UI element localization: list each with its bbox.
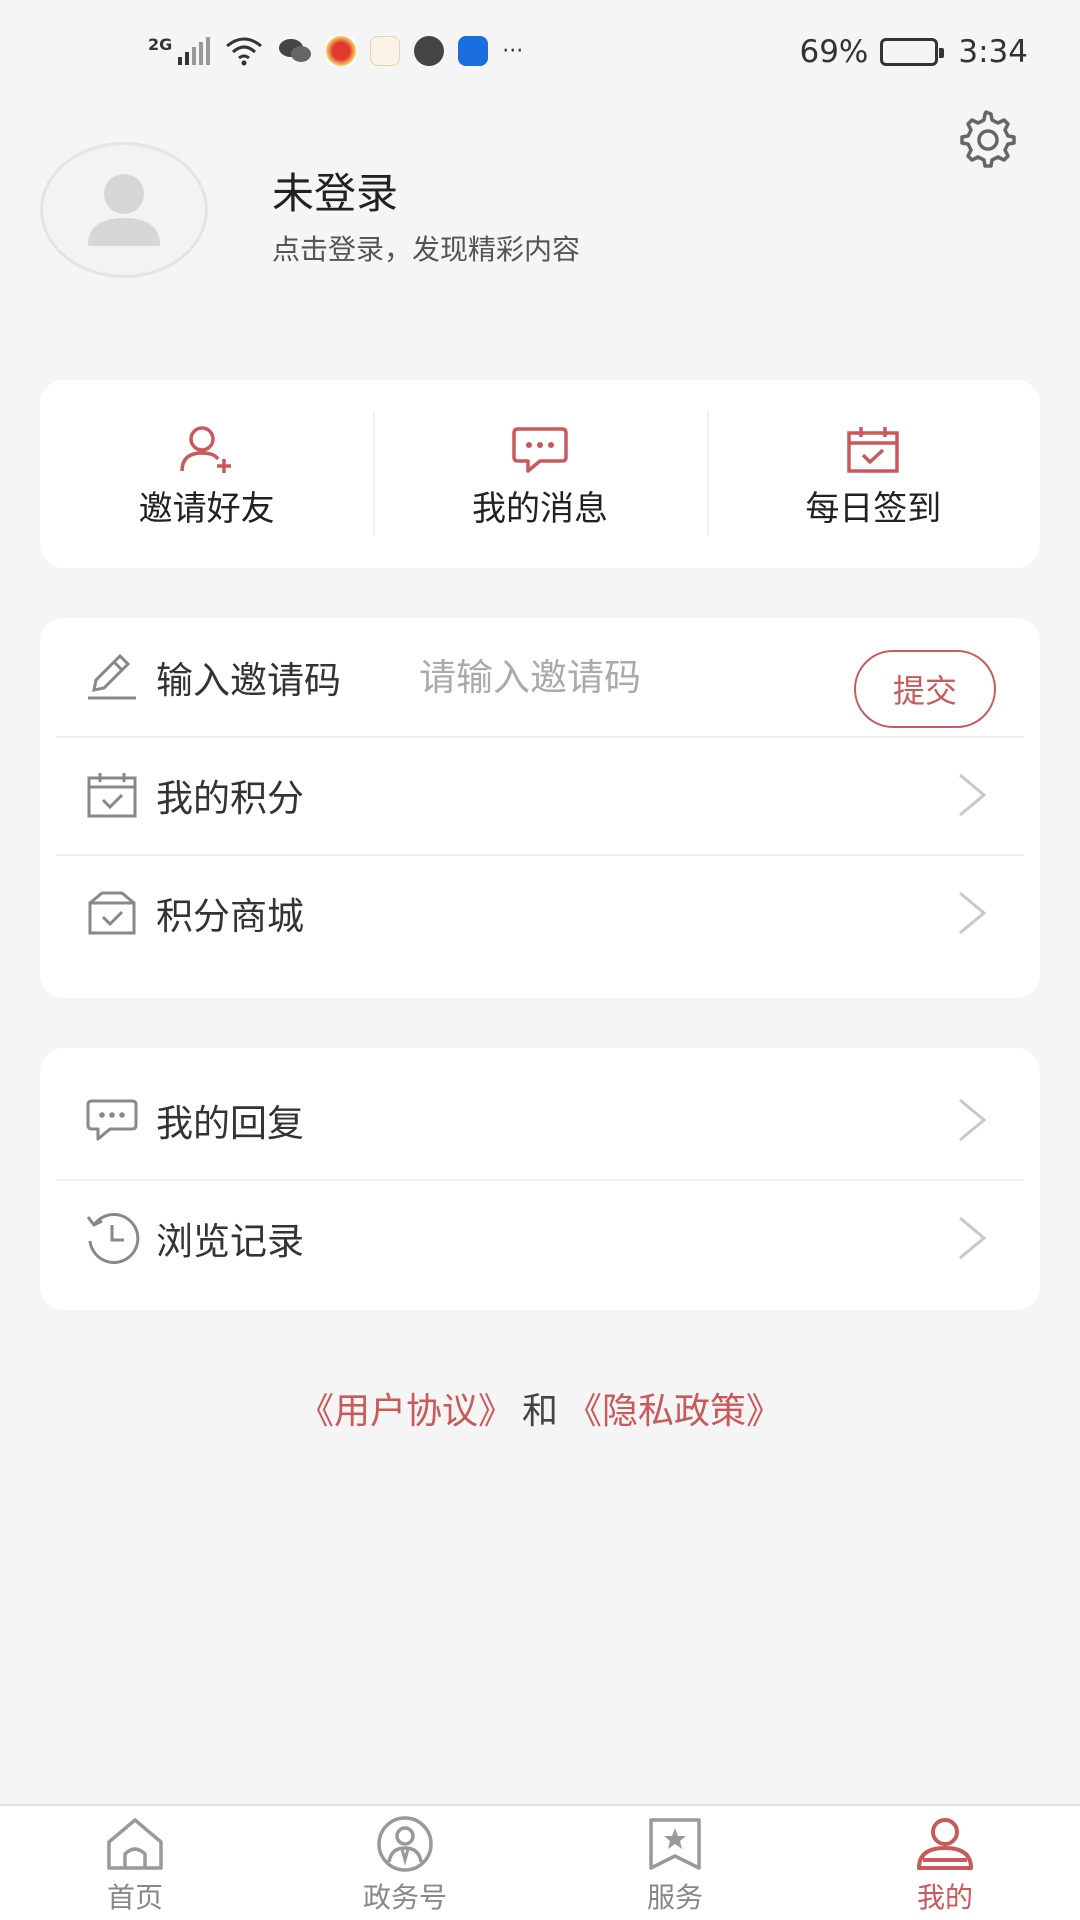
profile-icon xyxy=(917,1818,973,1870)
battery-icon xyxy=(880,38,945,66)
menu-item-label: 我的积分 xyxy=(156,777,304,820)
nav-tab-gov-accounts[interactable]: 政务号 xyxy=(270,1806,540,1920)
browser-icon xyxy=(414,36,445,66)
quick-invite-friends[interactable]: 邀请好友 xyxy=(40,380,373,568)
status-left-icons: 2G ··· xyxy=(148,34,524,66)
agreement-links: 《用户协议》和《隐私政策》 xyxy=(0,1382,1080,1434)
app-notification-icon xyxy=(326,36,357,66)
clock: 3:34 xyxy=(958,34,1028,70)
pencil-icon xyxy=(84,649,140,705)
quick-action-label: 每日签到 xyxy=(805,488,942,529)
status-right: 69% 3:34 xyxy=(799,34,1028,70)
submit-button[interactable]: 提交 xyxy=(854,650,996,728)
profile-login-hint[interactable]: 点击登录，发现精彩内容 xyxy=(272,228,580,268)
chevron-right-icon xyxy=(959,1216,987,1260)
menu-item-label: 积分商城 xyxy=(156,895,304,938)
bottom-nav: 首页 政务号 服务 我的 xyxy=(0,1804,1080,1920)
privacy-policy-link[interactable]: 《隐私政策》 xyxy=(566,1391,782,1432)
chevron-right-icon xyxy=(959,773,987,817)
calendar-check-icon xyxy=(847,426,900,473)
invite-code-input[interactable] xyxy=(419,655,719,699)
gov-account-icon xyxy=(377,1816,433,1872)
quick-daily-checkin[interactable]: 每日签到 xyxy=(706,380,1040,568)
gift-box-icon xyxy=(84,885,140,941)
settings-button[interactable] xyxy=(954,108,1018,172)
more-notifications-icon: ··· xyxy=(502,38,524,64)
calendar-check-icon xyxy=(84,767,140,823)
gear-icon xyxy=(960,110,1016,168)
wechat-icon xyxy=(279,39,312,62)
wifi-icon xyxy=(226,37,263,66)
status-bar: 2G ··· 69% 3:34 xyxy=(0,0,1080,110)
chat-bubble-icon xyxy=(84,1092,140,1148)
invite-code-label: 输入邀请码 xyxy=(156,659,341,702)
menu-item-label: 浏览记录 xyxy=(156,1220,304,1263)
menu-item-my-replies[interactable]: 我的回复 xyxy=(40,1061,1040,1179)
service-star-icon xyxy=(649,1818,701,1870)
nav-tab-mine[interactable]: 我的 xyxy=(810,1806,1080,1920)
home-icon xyxy=(107,1818,163,1870)
nav-label: 我的 xyxy=(916,1881,973,1914)
chevron-right-icon xyxy=(959,1098,987,1142)
chevron-right-icon xyxy=(959,891,987,935)
history-clock-icon xyxy=(84,1210,140,1266)
default-avatar-icon xyxy=(88,174,160,246)
nav-label: 政务号 xyxy=(362,1881,447,1914)
profile-name[interactable]: 未登录 xyxy=(272,160,398,221)
nav-label: 首页 xyxy=(106,1881,163,1914)
battery-percent: 69% xyxy=(799,34,869,70)
quick-actions-card: 邀请好友 我的消息 每日签到 xyxy=(40,380,1040,568)
activity-card: 我的回复 浏览记录 xyxy=(40,1048,1040,1310)
app-notification-icon xyxy=(370,36,401,66)
agreement-and: 和 xyxy=(521,1391,558,1432)
menu-item-points-mall[interactable]: 积分商城 xyxy=(40,854,1040,972)
menu-item-label: 我的回复 xyxy=(156,1102,304,1145)
quick-my-messages[interactable]: 我的消息 xyxy=(373,380,706,568)
nav-tab-services[interactable]: 服务 xyxy=(540,1806,810,1920)
nav-label: 服务 xyxy=(646,1881,703,1914)
add-user-icon xyxy=(179,425,231,473)
menu-item-my-points[interactable]: 我的积分 xyxy=(40,736,1040,854)
lightbulb-app-icon xyxy=(458,36,489,66)
nav-tab-home[interactable]: 首页 xyxy=(0,1806,270,1920)
quick-action-label: 邀请好友 xyxy=(138,488,275,529)
signal-network-label: 2G xyxy=(148,34,173,54)
invite-code-row: 输入邀请码 提交 xyxy=(40,618,1040,736)
message-icon xyxy=(512,426,568,473)
points-card: 输入邀请码 提交 我的积分 积分商城 xyxy=(40,618,1040,998)
menu-item-browse-history[interactable]: 浏览记录 xyxy=(40,1179,1040,1297)
signal-icon xyxy=(178,37,211,65)
avatar[interactable] xyxy=(40,142,208,278)
user-agreement-link[interactable]: 《用户协议》 xyxy=(298,1391,514,1432)
quick-action-label: 我的消息 xyxy=(471,488,608,529)
